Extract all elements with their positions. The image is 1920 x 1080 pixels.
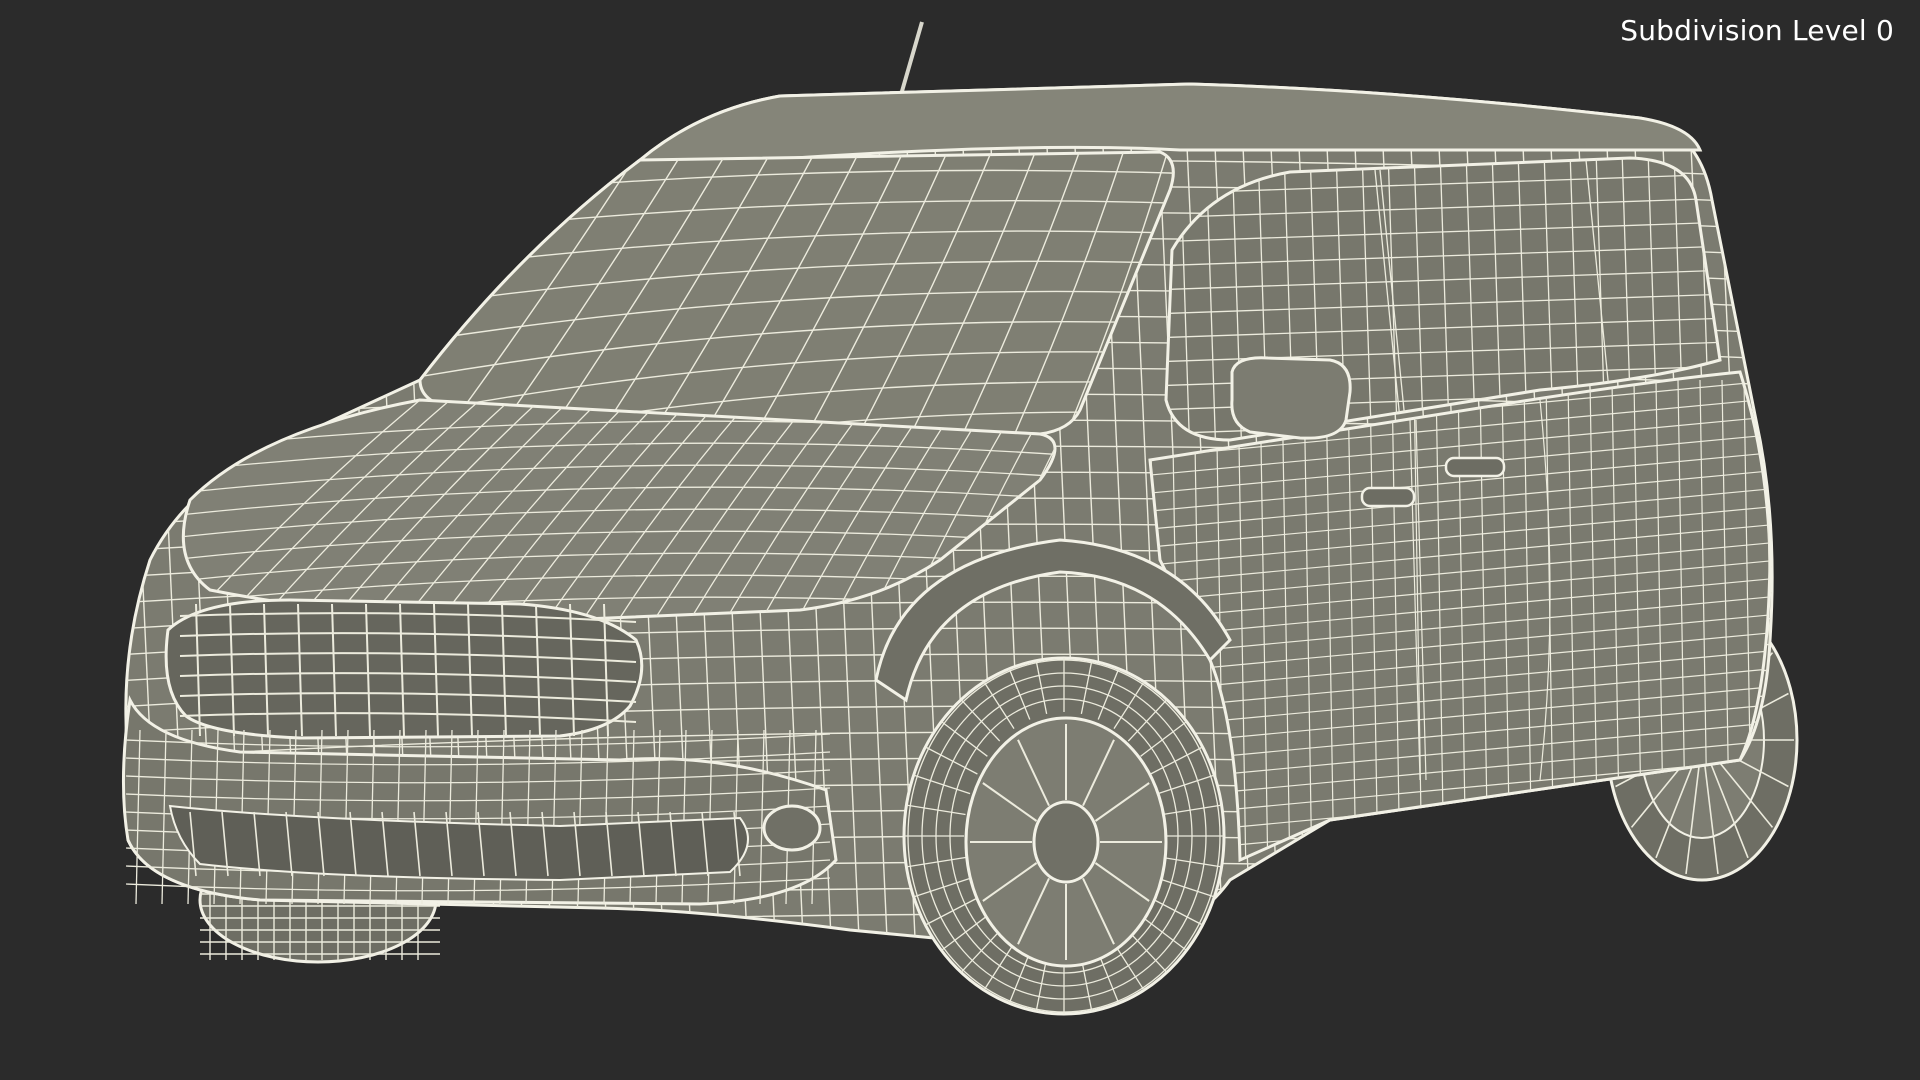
wire-edge: [1771, 84, 1773, 950]
van-wireframe-render: [121, 21, 1799, 1016]
front-grille: [164, 598, 644, 740]
subdivision-level-label: Subdivision Level 0: [1620, 14, 1894, 47]
side-mirror: [1230, 356, 1352, 440]
fog-light: [762, 804, 822, 852]
front-door-handle: [1360, 486, 1416, 508]
windshield: [418, 150, 1175, 436]
front-right-wheel: [902, 656, 1226, 1016]
render-viewport: Subdivision Level 0: [0, 0, 1920, 1080]
sliding-door-handle: [1444, 456, 1506, 478]
